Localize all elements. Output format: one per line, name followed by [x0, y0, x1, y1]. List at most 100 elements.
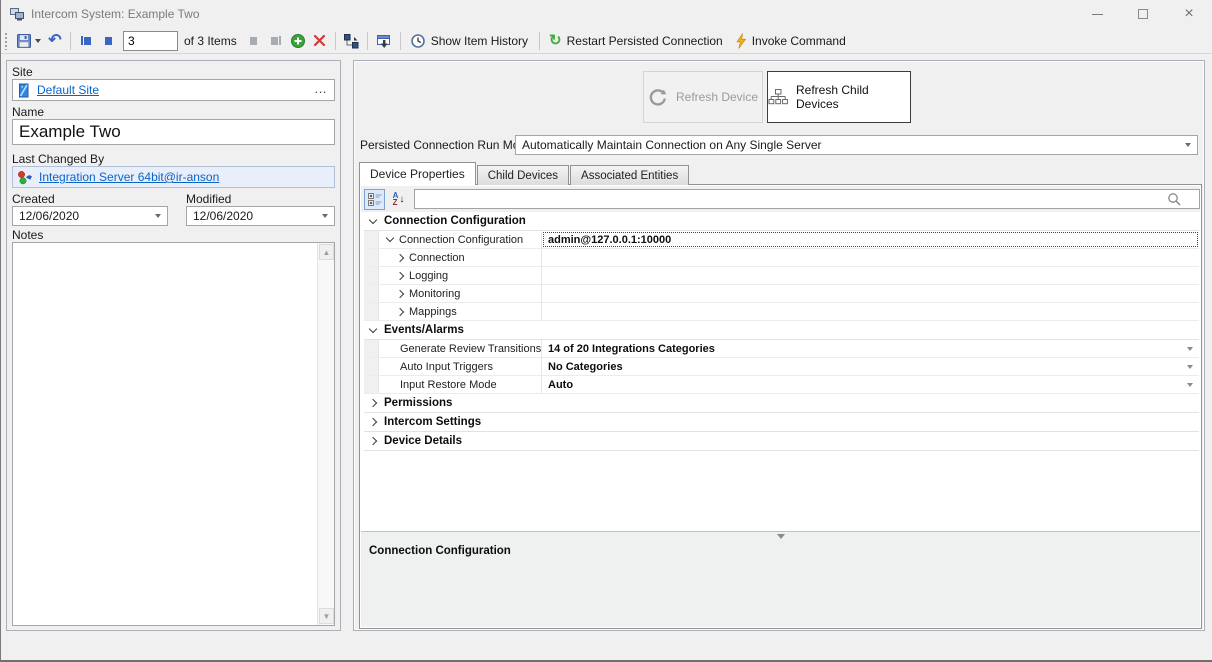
modified-date-value: 12/06/2020 — [193, 209, 253, 223]
grid-property-name[interactable]: Auto Input Triggers — [379, 358, 542, 375]
grid-property-mappings[interactable]: Mappings — [364, 303, 1199, 321]
notes-textarea[interactable]: ▲ ▼ — [12, 242, 335, 626]
grid-property-logging[interactable]: Logging — [364, 267, 1199, 285]
chevron-right-icon[interactable] — [396, 271, 404, 279]
tab-associated-entities[interactable]: Associated Entities — [570, 165, 689, 185]
grid-category-permissions[interactable]: Permissions — [364, 394, 1199, 413]
last-changed-by-link[interactable]: Integration Server 64bit@ir-anson — [39, 170, 219, 184]
chevron-down-icon[interactable] — [386, 234, 394, 242]
categorized-view-button[interactable] — [364, 189, 385, 210]
save-button[interactable] — [13, 30, 44, 52]
add-icon — [290, 33, 306, 49]
toolbar-grip[interactable] — [4, 32, 9, 50]
chevron-down-icon[interactable] — [1187, 365, 1193, 369]
grid-property-value[interactable]: admin@127.0.0.1:10000 — [542, 231, 1199, 248]
grid-property-name[interactable]: Input Restore Mode — [379, 376, 542, 393]
collapse-description-icon[interactable] — [777, 534, 785, 539]
grid-property-name-label: Generate Review Transitions — [400, 343, 541, 355]
refresh-device-button[interactable]: Refresh Device — [643, 71, 763, 123]
grid-property-auto-input-triggers[interactable]: Auto Input TriggersNo Categories — [364, 358, 1199, 376]
grid-category-intercom-settings[interactable]: Intercom Settings — [364, 413, 1199, 432]
grid-property-value[interactable]: No Categories — [542, 358, 1199, 375]
minimize-button[interactable] — [1074, 0, 1120, 28]
chevron-right-icon[interactable] — [396, 253, 404, 261]
site-link[interactable]: Default Site — [37, 83, 99, 97]
scroll-up-icon: ▲ — [323, 248, 331, 257]
grid-property-value[interactable]: 14 of 20 Integrations Categories — [542, 340, 1199, 357]
maximize-button[interactable] — [1120, 0, 1166, 28]
notes-scrollbar[interactable]: ▲ ▼ — [317, 243, 334, 625]
undo-button[interactable]: ↶ — [44, 30, 66, 52]
delete-item-button[interactable] — [309, 30, 331, 52]
run-mode-combo[interactable]: Automatically Maintain Connection on Any… — [515, 135, 1198, 155]
set-parent-button[interactable] — [340, 30, 363, 52]
tab-device-properties[interactable]: Device Properties — [359, 162, 476, 185]
grid-property-name[interactable]: Generate Review Transitions — [379, 340, 542, 357]
grid-property-value[interactable] — [542, 267, 1199, 284]
grid-category-connection-configuration[interactable]: Connection Configuration — [364, 212, 1199, 231]
chevron-right-icon[interactable] — [396, 289, 404, 297]
first-record-button[interactable] — [75, 30, 97, 52]
grid-property-value[interactable] — [542, 285, 1199, 302]
grid-property-value[interactable] — [542, 249, 1199, 266]
site-icon — [17, 83, 31, 98]
grid-property-name[interactable]: Connection Configuration — [379, 231, 542, 248]
grid-property-value[interactable] — [542, 303, 1199, 320]
created-date-combo[interactable]: 12/06/2020 — [12, 206, 168, 226]
grid-property-value[interactable]: Auto — [542, 376, 1199, 393]
chevron-right-icon[interactable] — [396, 307, 404, 315]
grid-property-name[interactable]: Monitoring — [379, 285, 542, 302]
grid-row-gutter — [364, 285, 379, 302]
alphabetical-sort-button[interactable]: AZ ↓ — [388, 189, 409, 210]
grid-property-connection-configuration[interactable]: Connection Configuration admin@127.0.0.1:… — [364, 231, 1199, 249]
grid-row-gutter — [364, 231, 379, 248]
close-button[interactable]: × — [1166, 0, 1212, 28]
property-search-input[interactable] — [414, 189, 1200, 209]
first-record-icon — [81, 36, 91, 45]
grid-property-connection[interactable]: Connection — [364, 249, 1199, 267]
add-item-button[interactable] — [287, 30, 309, 52]
name-input[interactable] — [12, 119, 335, 145]
grid-property-name[interactable]: Logging — [379, 267, 542, 284]
send-to-button[interactable] — [372, 30, 396, 52]
chevron-down-icon[interactable] — [1185, 143, 1191, 147]
refresh-child-devices-button[interactable]: Refresh Child Devices — [767, 71, 911, 123]
restart-persisted-connection-button[interactable]: ↻ Restart Persisted Connection — [544, 30, 730, 52]
grid-property-generate-review-transitions[interactable]: Generate Review Transitions14 of 20 Inte… — [364, 340, 1199, 358]
chevron-right-icon[interactable] — [369, 437, 377, 445]
grid-category-events-alarms[interactable]: Events/Alarms — [364, 321, 1199, 340]
property-description-title: Connection Configuration — [369, 545, 511, 557]
grid-property-name-label: Connection — [409, 252, 465, 264]
site-browse-button[interactable]: … — [314, 81, 328, 96]
chevron-right-icon[interactable] — [369, 399, 377, 407]
tab-label: Associated Entities — [581, 170, 678, 182]
chevron-down-icon[interactable] — [1187, 347, 1193, 351]
next-record-button[interactable] — [243, 30, 265, 52]
save-dropdown-icon[interactable] — [35, 39, 41, 43]
chevron-right-icon[interactable] — [369, 418, 377, 426]
categorized-icon — [367, 191, 383, 207]
grid-property-input-restore-mode[interactable]: Input Restore ModeAuto — [364, 376, 1199, 394]
scroll-up-button[interactable]: ▲ — [319, 244, 334, 260]
chevron-down-icon[interactable] — [369, 324, 377, 332]
chevron-down-icon[interactable] — [1187, 383, 1193, 387]
scroll-down-button[interactable]: ▼ — [319, 608, 334, 624]
item-detail-panel: Site Default Site … Name Last Changed By… — [6, 60, 341, 631]
grid-property-name-label: Connection Configuration — [399, 234, 523, 246]
previous-record-button[interactable] — [97, 30, 119, 52]
property-description-panel: Connection Configuration — [361, 531, 1200, 627]
chevron-down-icon[interactable] — [155, 214, 161, 218]
chevron-down-icon[interactable] — [369, 215, 377, 223]
chevron-down-icon[interactable] — [322, 214, 328, 218]
modified-date-combo[interactable]: 12/06/2020 — [186, 206, 335, 226]
grid-property-name[interactable]: Mappings — [379, 303, 542, 320]
grid-property-name[interactable]: Connection — [379, 249, 542, 266]
hierarchy-icon — [343, 33, 360, 49]
show-item-history-button[interactable]: Show Item History — [405, 30, 535, 52]
grid-property-monitoring[interactable]: Monitoring — [364, 285, 1199, 303]
tab-child-devices[interactable]: Child Devices — [477, 165, 569, 185]
grid-category-device-details[interactable]: Device Details — [364, 432, 1199, 451]
invoke-command-button[interactable]: Invoke Command — [730, 30, 853, 52]
record-index-input[interactable] — [123, 31, 178, 51]
last-record-button[interactable] — [265, 30, 287, 52]
